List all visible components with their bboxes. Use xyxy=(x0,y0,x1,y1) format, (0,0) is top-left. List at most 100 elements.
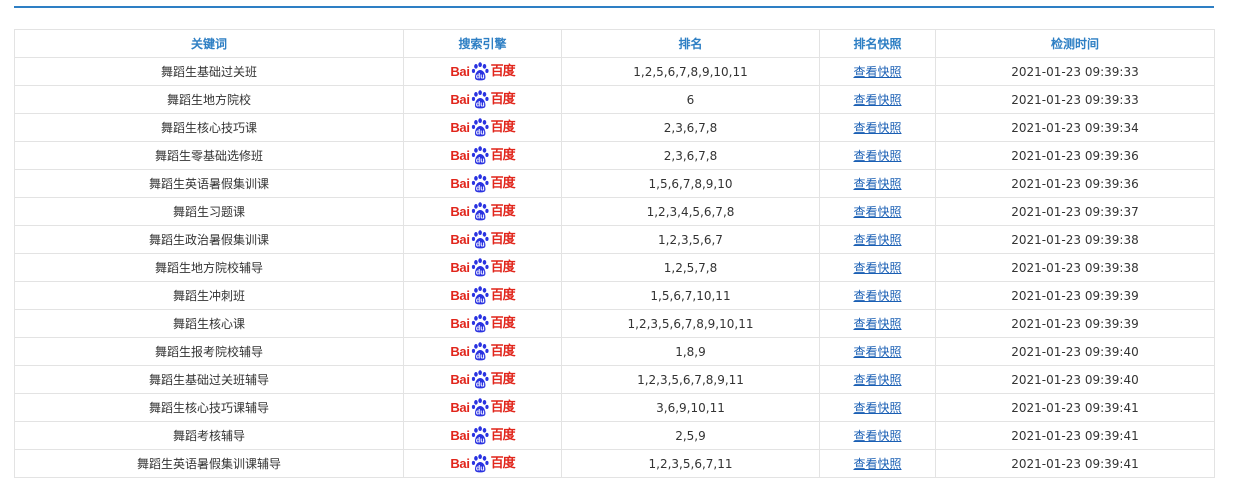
table-row: 舞蹈生冲刺班 Bai du 百度 1,5,6,7,10,11 查看快照 2021… xyxy=(14,281,1215,310)
keyword-cell: 舞蹈生地方院校 xyxy=(14,85,404,114)
svg-text:du: du xyxy=(476,129,485,137)
baidu-logo-text-right: 百度 xyxy=(490,148,516,163)
baidu-paw-icon: du xyxy=(471,398,489,417)
keyword-text: 舞蹈生英语暑假集训课 xyxy=(148,177,269,191)
baidu-logo: Bai du 百度 xyxy=(450,313,516,335)
keyword-cell: 舞蹈考核辅导 xyxy=(14,421,404,450)
baidu-logo-text-left: Bai xyxy=(450,92,470,107)
view-snapshot-link[interactable]: 查看快照 xyxy=(853,177,901,191)
baidu-logo-text-left: Bai xyxy=(450,148,470,163)
baidu-logo-text-right: 百度 xyxy=(490,456,516,471)
rank-cell: 1,2,3,4,5,6,7,8 xyxy=(561,197,820,226)
view-snapshot-link[interactable]: 查看快照 xyxy=(853,317,901,331)
baidu-logo: Bai du 百度 xyxy=(450,173,516,195)
view-snapshot-link[interactable]: 查看快照 xyxy=(853,429,901,443)
baidu-logo-text-left: Bai xyxy=(450,120,470,135)
table-row: 舞蹈生报考院校辅导 Bai du 百度 1,8,9 查看快照 2021-01-2… xyxy=(14,337,1215,366)
svg-text:du: du xyxy=(476,101,485,109)
time-text: 2021-01-23 09:39:41 xyxy=(1011,428,1139,443)
time-text: 2021-01-23 09:39:37 xyxy=(1011,204,1139,219)
rank-text: 1,2,5,6,7,8,9,10,11 xyxy=(633,64,748,79)
rank-cell: 1,2,3,5,6,7 xyxy=(561,225,820,254)
engine-cell: Bai du 百度 xyxy=(403,85,562,114)
baidu-logo-text-left: Bai xyxy=(450,232,470,247)
baidu-logo-text-right: 百度 xyxy=(490,428,516,443)
view-snapshot-link[interactable]: 查看快照 xyxy=(853,261,901,275)
table-row: 舞蹈生基础过关班 Bai du 百度 1,2,5,6,7,8,9,10,11 查… xyxy=(14,57,1215,86)
table-row: 舞蹈生地方院校辅导 Bai du 百度 1,2,5,7,8 查看快照 2021-… xyxy=(14,253,1215,282)
table-row: 舞蹈生地方院校 Bai du 百度 6 查看快照 2021-01-23 09:3… xyxy=(14,85,1215,114)
view-snapshot-link[interactable]: 查看快照 xyxy=(853,373,901,387)
view-snapshot-link[interactable]: 查看快照 xyxy=(853,65,901,79)
baidu-paw-icon: du xyxy=(471,118,489,137)
rank-cell: 1,2,3,5,6,7,8,9,11 xyxy=(561,365,820,394)
rank-cell: 2,5,9 xyxy=(561,421,820,450)
keyword-text: 舞蹈生政治暑假集训课 xyxy=(148,233,269,247)
snapshot-cell: 查看快照 xyxy=(819,393,936,422)
snapshot-cell: 查看快照 xyxy=(819,141,936,170)
svg-text:du: du xyxy=(476,269,485,277)
baidu-logo: Bai du 百度 xyxy=(450,145,516,167)
table-row: 舞蹈生英语暑假集训课 Bai du 百度 1,5,6,7,8,9,10 查看快照… xyxy=(14,169,1215,198)
engine-cell: Bai du 百度 xyxy=(403,281,562,310)
engine-cell: Bai du 百度 xyxy=(403,421,562,450)
time-cell: 2021-01-23 09:39:41 xyxy=(935,449,1215,478)
table-row: 舞蹈考核辅导 Bai du 百度 2,5,9 查看快照 2021-01-23 0… xyxy=(14,421,1215,450)
baidu-paw-icon: du xyxy=(471,342,489,361)
time-cell: 2021-01-23 09:39:33 xyxy=(935,57,1215,86)
time-cell: 2021-01-23 09:39:41 xyxy=(935,393,1215,422)
keyword-text: 舞蹈生报考院校辅导 xyxy=(154,345,263,359)
view-snapshot-link[interactable]: 查看快照 xyxy=(853,205,901,219)
snapshot-cell: 查看快照 xyxy=(819,365,936,394)
rank-cell: 1,2,5,7,8 xyxy=(561,253,820,282)
baidu-logo: Bai du 百度 xyxy=(450,397,516,419)
svg-text:du: du xyxy=(476,409,485,417)
view-snapshot-link[interactable]: 查看快照 xyxy=(853,457,901,471)
baidu-logo-text-left: Bai xyxy=(450,400,470,415)
time-cell: 2021-01-23 09:39:38 xyxy=(935,225,1215,254)
view-snapshot-link[interactable]: 查看快照 xyxy=(853,93,901,107)
baidu-logo-text-right: 百度 xyxy=(490,176,516,191)
baidu-logo-text-right: 百度 xyxy=(490,344,516,359)
baidu-logo: Bai du 百度 xyxy=(450,229,516,251)
view-snapshot-link[interactable]: 查看快照 xyxy=(853,233,901,247)
view-snapshot-link[interactable]: 查看快照 xyxy=(853,345,901,359)
view-snapshot-link[interactable]: 查看快照 xyxy=(853,289,901,303)
time-cell: 2021-01-23 09:39:36 xyxy=(935,169,1215,198)
table-row: 舞蹈生基础过关班辅导 Bai du 百度 1,2,3,5,6,7,8,9,11 … xyxy=(14,365,1215,394)
view-snapshot-link[interactable]: 查看快照 xyxy=(853,121,901,135)
keyword-text: 舞蹈生基础过关班 xyxy=(160,65,257,79)
time-cell: 2021-01-23 09:39:37 xyxy=(935,197,1215,226)
keyword-text: 舞蹈生核心技巧课辅导 xyxy=(148,401,269,415)
snapshot-cell: 查看快照 xyxy=(819,57,936,86)
header-keyword: 关键词 xyxy=(14,29,404,58)
baidu-logo: Bai du 百度 xyxy=(450,341,516,363)
keyword-cell: 舞蹈生习题课 xyxy=(14,197,404,226)
table-header-row: 关键词 搜索引擎 排名 排名快照 检测时间 xyxy=(14,29,1215,58)
rank-text: 1,2,3,5,6,7,8,9,10,11 xyxy=(627,316,754,331)
baidu-logo-text-right: 百度 xyxy=(490,400,516,415)
time-text: 2021-01-23 09:39:36 xyxy=(1011,148,1139,163)
baidu-paw-icon: du xyxy=(471,258,489,277)
time-text: 2021-01-23 09:39:41 xyxy=(1011,456,1139,471)
rank-cell: 1,2,5,6,7,8,9,10,11 xyxy=(561,57,820,86)
rank-cell: 1,5,6,7,8,9,10 xyxy=(561,169,820,198)
keyword-text: 舞蹈生地方院校辅导 xyxy=(154,261,263,275)
ranking-table: 关键词 搜索引擎 排名 排名快照 检测时间 舞蹈生基础过关班 Bai du 百度… xyxy=(14,29,1215,478)
time-cell: 2021-01-23 09:39:38 xyxy=(935,253,1215,282)
baidu-logo-text-left: Bai xyxy=(450,204,470,219)
baidu-paw-icon: du xyxy=(471,370,489,389)
time-text: 2021-01-23 09:39:34 xyxy=(1011,120,1139,135)
top-divider xyxy=(14,6,1214,8)
rank-cell: 6 xyxy=(561,85,820,114)
rank-text: 1,2,3,5,6,7,8,9,11 xyxy=(637,372,744,387)
view-snapshot-link[interactable]: 查看快照 xyxy=(853,149,901,163)
keyword-text: 舞蹈生核心技巧课 xyxy=(160,121,257,135)
keyword-cell: 舞蹈生政治暑假集训课 xyxy=(14,225,404,254)
view-snapshot-link[interactable]: 查看快照 xyxy=(853,401,901,415)
table-row: 舞蹈生零基础选修班 Bai du 百度 2,3,6,7,8 查看快照 2021-… xyxy=(14,141,1215,170)
keyword-cell: 舞蹈生报考院校辅导 xyxy=(14,337,404,366)
snapshot-cell: 查看快照 xyxy=(819,85,936,114)
rank-cell: 1,5,6,7,10,11 xyxy=(561,281,820,310)
snapshot-cell: 查看快照 xyxy=(819,253,936,282)
